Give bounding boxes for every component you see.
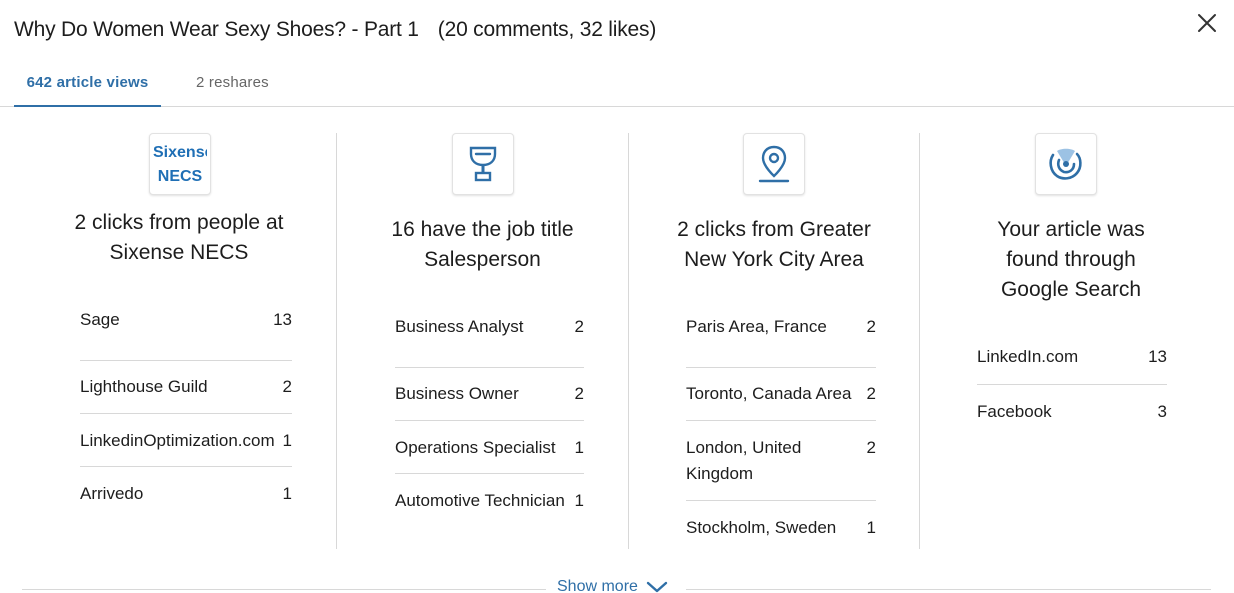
trophy-icon <box>469 146 497 182</box>
list-item-name: Sage <box>80 310 120 329</box>
company-logo: Sixense NECS <box>149 133 211 195</box>
list-item-name: LinkedinOptimization.com <box>80 431 275 450</box>
list-item-value: 2 <box>866 317 876 336</box>
close-icon <box>1198 14 1216 32</box>
location-icon-box <box>743 133 805 195</box>
list-item-value: 1 <box>282 484 292 503</box>
list-item-value: 3 <box>1157 402 1167 421</box>
list-item-value: 1 <box>282 431 292 450</box>
list-item: Arrivedo 1 <box>80 467 292 520</box>
list-item: Lighthouse Guild 2 <box>80 361 292 414</box>
list-item-name: Stockholm, Sweden <box>686 518 837 537</box>
list-item-name: Automotive Technician <box>395 491 565 510</box>
list-item-value: 1 <box>574 491 584 510</box>
list-item-name: Toronto, Canada Area <box>686 384 852 403</box>
list-item-name: Facebook <box>977 402 1052 421</box>
page-title: Why Do Women Wear Sexy Shoes? - Part 1 (… <box>14 14 656 46</box>
location-headline: 2 clicks from Greater New York City Area <box>677 218 871 271</box>
job-title-headline: 16 have the job title Salesperson <box>391 218 574 271</box>
list-item-name: LinkedIn.com <box>977 347 1079 366</box>
list-item: Business Analyst 2 <box>395 314 584 368</box>
signal-icon-box <box>1035 133 1097 195</box>
traffic-source-insight-column: Your article was found through Google Se… <box>920 133 1222 549</box>
job-title-list: Business Analyst 2 Business Owner 2 Oper… <box>395 314 584 527</box>
company-logo-text: Sixense NECS <box>153 144 207 185</box>
job-title-insight-column: 16 have the job title Salesperson Busine… <box>337 133 628 549</box>
list-item: Sage 13 <box>80 307 292 361</box>
show-more-button[interactable]: Show more <box>557 578 668 593</box>
list-item: Operations Specialist 1 <box>395 421 584 474</box>
list-item: Stockholm, Sweden 1 <box>686 501 876 554</box>
list-item-name: London, United Kingdom <box>686 438 802 483</box>
list-item: LinkedinOptimization.com 1 <box>80 414 292 467</box>
list-item-name: Arrivedo <box>80 484 144 503</box>
list-item-name: Operations Specialist <box>395 438 556 457</box>
list-item: Business Owner 2 <box>395 368 584 421</box>
signal-icon <box>1049 148 1082 180</box>
list-item-name: Business Owner <box>395 384 519 403</box>
list-item-value: 2 <box>866 384 876 403</box>
traffic-source-headline: Your article was found through Google Se… <box>997 218 1145 301</box>
trophy-icon-box <box>452 133 514 195</box>
article-title: Why Do Women Wear Sexy Shoes? - Part 1 <box>14 18 419 41</box>
company-list: Sage 13 Lighthouse Guild 2 LinkedinOptim… <box>80 307 292 520</box>
list-item: Automotive Technician 1 <box>395 474 584 527</box>
list-item-value: 13 <box>273 310 292 329</box>
tab-reshares[interactable]: 2 reshares <box>196 68 269 107</box>
location-insight-column: 2 clicks from Greater New York City Area… <box>629 133 919 549</box>
list-item-value: 13 <box>1148 347 1167 366</box>
list-item-value: 1 <box>574 438 584 457</box>
location-pin-icon <box>758 145 790 183</box>
traffic-source-list: LinkedIn.com 13 Facebook 3 <box>977 344 1167 438</box>
engagement-counts: (20 comments, 32 likes) <box>437 18 657 41</box>
chevron-down-icon <box>646 581 668 593</box>
location-list: Paris Area, France 2 Toronto, Canada Are… <box>686 314 876 554</box>
list-item-value: 2 <box>866 438 876 457</box>
tab-article-views[interactable]: 642 article views <box>14 68 161 107</box>
list-item-value: 1 <box>866 518 876 537</box>
footer-divider <box>686 589 1211 590</box>
list-item: Paris Area, France 2 <box>686 314 876 368</box>
list-item-name: Paris Area, France <box>686 317 827 336</box>
footer-divider <box>22 589 546 590</box>
list-item: LinkedIn.com 13 <box>977 344 1167 385</box>
list-item: London, United Kingdom 2 <box>686 421 876 501</box>
list-item-name: Business Analyst <box>395 317 524 336</box>
company-headline: 2 clicks from people at Sixense NECS <box>74 211 284 264</box>
list-item: Facebook 3 <box>977 385 1167 438</box>
list-item-name: Lighthouse Guild <box>80 377 208 396</box>
tab-bar: 642 article views 2 reshares <box>0 68 1234 107</box>
list-item: Toronto, Canada Area 2 <box>686 368 876 421</box>
list-item-value: 2 <box>282 377 292 396</box>
close-button[interactable] <box>1194 10 1220 36</box>
company-insight-column: Sixense NECS 2 clicks from people at Six… <box>22 133 336 549</box>
list-item-value: 2 <box>574 384 584 403</box>
list-item-value: 2 <box>574 317 584 336</box>
show-more-label: Show more <box>557 578 638 593</box>
